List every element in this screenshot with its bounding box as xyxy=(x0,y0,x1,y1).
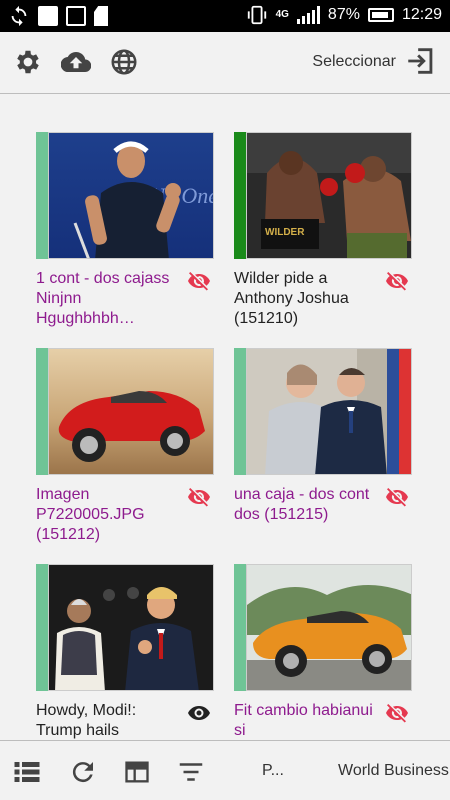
status-accent xyxy=(234,348,246,475)
sync-icon xyxy=(11,5,27,27)
bottom-bar: P... World Business xyxy=(0,740,450,800)
vibrate-icon xyxy=(247,5,266,25)
sd-card-icon xyxy=(94,6,108,26)
thumbnail-image[interactable]: US Ones xyxy=(48,132,214,259)
news-grid: US Ones 1 cont - dos cajass Ninjnn Hgugh… xyxy=(0,94,450,740)
thumbnail-image[interactable] xyxy=(48,348,214,475)
status-accent xyxy=(36,564,48,691)
clock: 12:29 xyxy=(401,6,442,23)
eye-icon[interactable] xyxy=(184,701,214,725)
eye-off-icon[interactable] xyxy=(382,701,412,725)
status-accent xyxy=(36,132,48,259)
signal-icon xyxy=(296,6,320,24)
exit-icon[interactable] xyxy=(404,44,438,83)
status-accent xyxy=(36,348,48,475)
news-card[interactable]: US Ones 1 cont - dos cajass Ninjnn Hgugh… xyxy=(36,132,214,329)
item-title[interactable]: Imagen P7220005.JPG (151212) xyxy=(36,485,180,545)
filter-icon[interactable] xyxy=(176,757,206,787)
eye-off-icon[interactable] xyxy=(184,485,214,509)
refresh-icon[interactable] xyxy=(68,757,98,787)
news-card[interactable]: Imagen P7220005.JPG (151212) xyxy=(36,348,214,545)
tab-short[interactable]: P... xyxy=(262,762,284,780)
battery-percent: 87% xyxy=(327,6,360,23)
item-title[interactable]: 1 cont - dos cajass Ninjnn Hgughbhbh… xyxy=(36,269,180,329)
thumbnail-image[interactable]: WILDER xyxy=(246,132,412,259)
news-card[interactable]: Howdy, Modi!: Trump hails xyxy=(36,564,214,740)
screenshot-icon xyxy=(66,6,86,26)
select-button[interactable]: Seleccionar xyxy=(312,53,396,71)
news-card[interactable]: una caja - dos cont dos (151215) xyxy=(234,348,412,525)
news-card[interactable]: WILDER Wilder pide a Anthony Joshua (151… xyxy=(234,132,412,329)
notification-icon xyxy=(38,6,58,26)
layout-icon[interactable] xyxy=(122,757,152,787)
item-title[interactable]: Howdy, Modi!: Trump hails xyxy=(36,701,180,740)
status-accent xyxy=(234,564,246,691)
thumbnail-image[interactable] xyxy=(246,564,412,691)
list-icon[interactable] xyxy=(12,757,42,787)
item-title[interactable]: Wilder pide a Anthony Joshua (151210) xyxy=(234,269,378,329)
cloud-upload-icon[interactable] xyxy=(60,46,92,78)
battery-icon xyxy=(367,8,394,22)
svg-text:WILDER: WILDER xyxy=(265,227,305,238)
news-card[interactable]: Fit cambio habianui si xyxy=(234,564,412,740)
top-toolbar: Seleccionar xyxy=(0,32,450,94)
tab-world-business[interactable]: World Business xyxy=(338,762,449,780)
eye-off-icon[interactable] xyxy=(184,269,214,293)
gear-icon[interactable] xyxy=(12,46,44,78)
item-title[interactable]: Fit cambio habianui si xyxy=(234,701,378,740)
item-title[interactable]: una caja - dos cont dos (151215) xyxy=(234,485,378,525)
thumbnail-image[interactable] xyxy=(48,564,214,691)
thumbnail-image[interactable] xyxy=(246,348,412,475)
eye-off-icon[interactable] xyxy=(382,269,412,293)
eye-off-icon[interactable] xyxy=(382,485,412,509)
status-accent xyxy=(234,132,246,259)
network-type: 4G xyxy=(275,9,289,20)
status-bar: 4G 87% 12:29 xyxy=(0,0,450,32)
globe-icon[interactable] xyxy=(108,46,140,78)
